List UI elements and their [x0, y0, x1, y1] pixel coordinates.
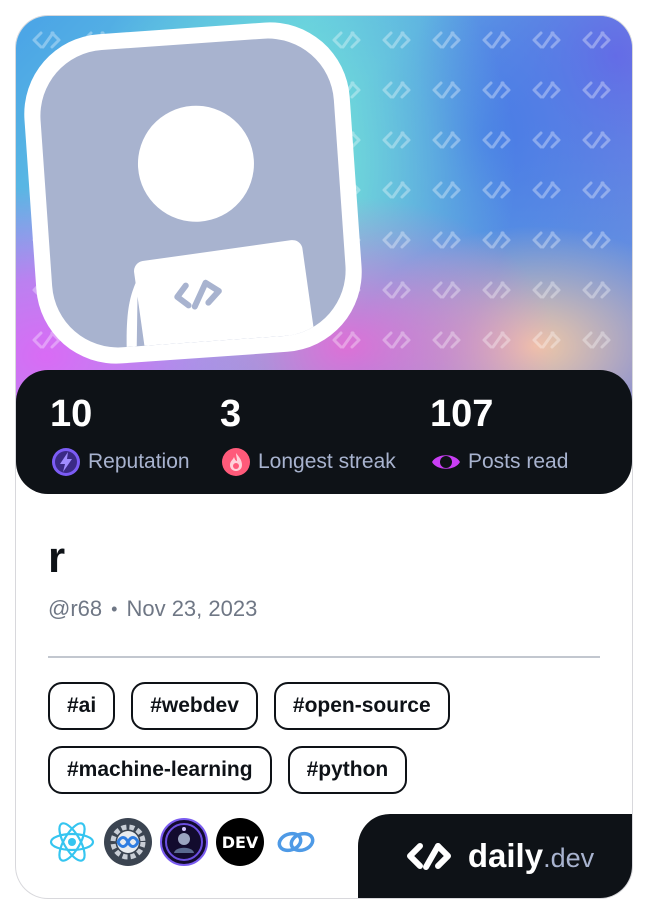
source-icons: DEV: [48, 818, 320, 866]
avatar: [35, 34, 351, 352]
stat-longest-streak: 3 Longest streak: [220, 392, 396, 480]
join-date: Nov 23, 2023: [126, 596, 258, 621]
posts-read-label: Posts read: [468, 450, 569, 473]
default-avatar-icon: [126, 105, 317, 352]
streak-label: Longest streak: [258, 450, 396, 473]
posts-read-value: 107: [430, 393, 494, 435]
brand-name: daily: [467, 837, 544, 874]
daily-dev-brand: daily .dev: [358, 814, 632, 898]
community-badge-icon: [160, 818, 208, 866]
profile-name: r: [48, 533, 66, 582]
dev-logo-icon: DEV: [216, 818, 264, 866]
tag-chip[interactable]: #webdev: [131, 682, 258, 730]
chain-link-icon: [272, 818, 320, 866]
streak-value: 3: [220, 393, 242, 435]
brand-suffix: .dev: [543, 843, 595, 873]
reputation-label: Reputation: [88, 450, 190, 473]
streak-flame-icon: [222, 448, 250, 476]
posts-read-icon: [432, 455, 460, 469]
tag-chip[interactable]: #machine-learning: [48, 746, 272, 794]
tag-chip[interactable]: #ai: [48, 682, 116, 730]
devcard: 10 Reputation 3 Longest streak 107 Posts…: [16, 16, 632, 898]
daily-dev-logo-icon: [406, 843, 451, 870]
profile-handle: @r68: [48, 596, 103, 621]
tag-chip[interactable]: #python: [287, 746, 408, 794]
avatar-frame: [18, 17, 368, 369]
devops-infinity-icon: [104, 818, 152, 866]
tag-chip[interactable]: #open-source: [273, 682, 450, 730]
dev-logo-text: DEV: [221, 832, 259, 852]
profile-meta: @r68 • Nov 23, 2023: [48, 594, 257, 624]
reputation-bolt-icon: [52, 448, 80, 476]
tag-list: #ai #webdev #open-source #machine-learni…: [48, 682, 608, 794]
stat-reputation: 10 Reputation: [50, 392, 190, 480]
meta-separator: •: [111, 598, 118, 619]
divider: [48, 656, 600, 658]
stats-bar: 10 Reputation 3 Longest streak 107 Posts…: [16, 370, 632, 494]
react-icon: [48, 818, 96, 866]
stat-posts-read: 107 Posts read: [430, 392, 568, 480]
reputation-value: 10: [50, 393, 93, 435]
